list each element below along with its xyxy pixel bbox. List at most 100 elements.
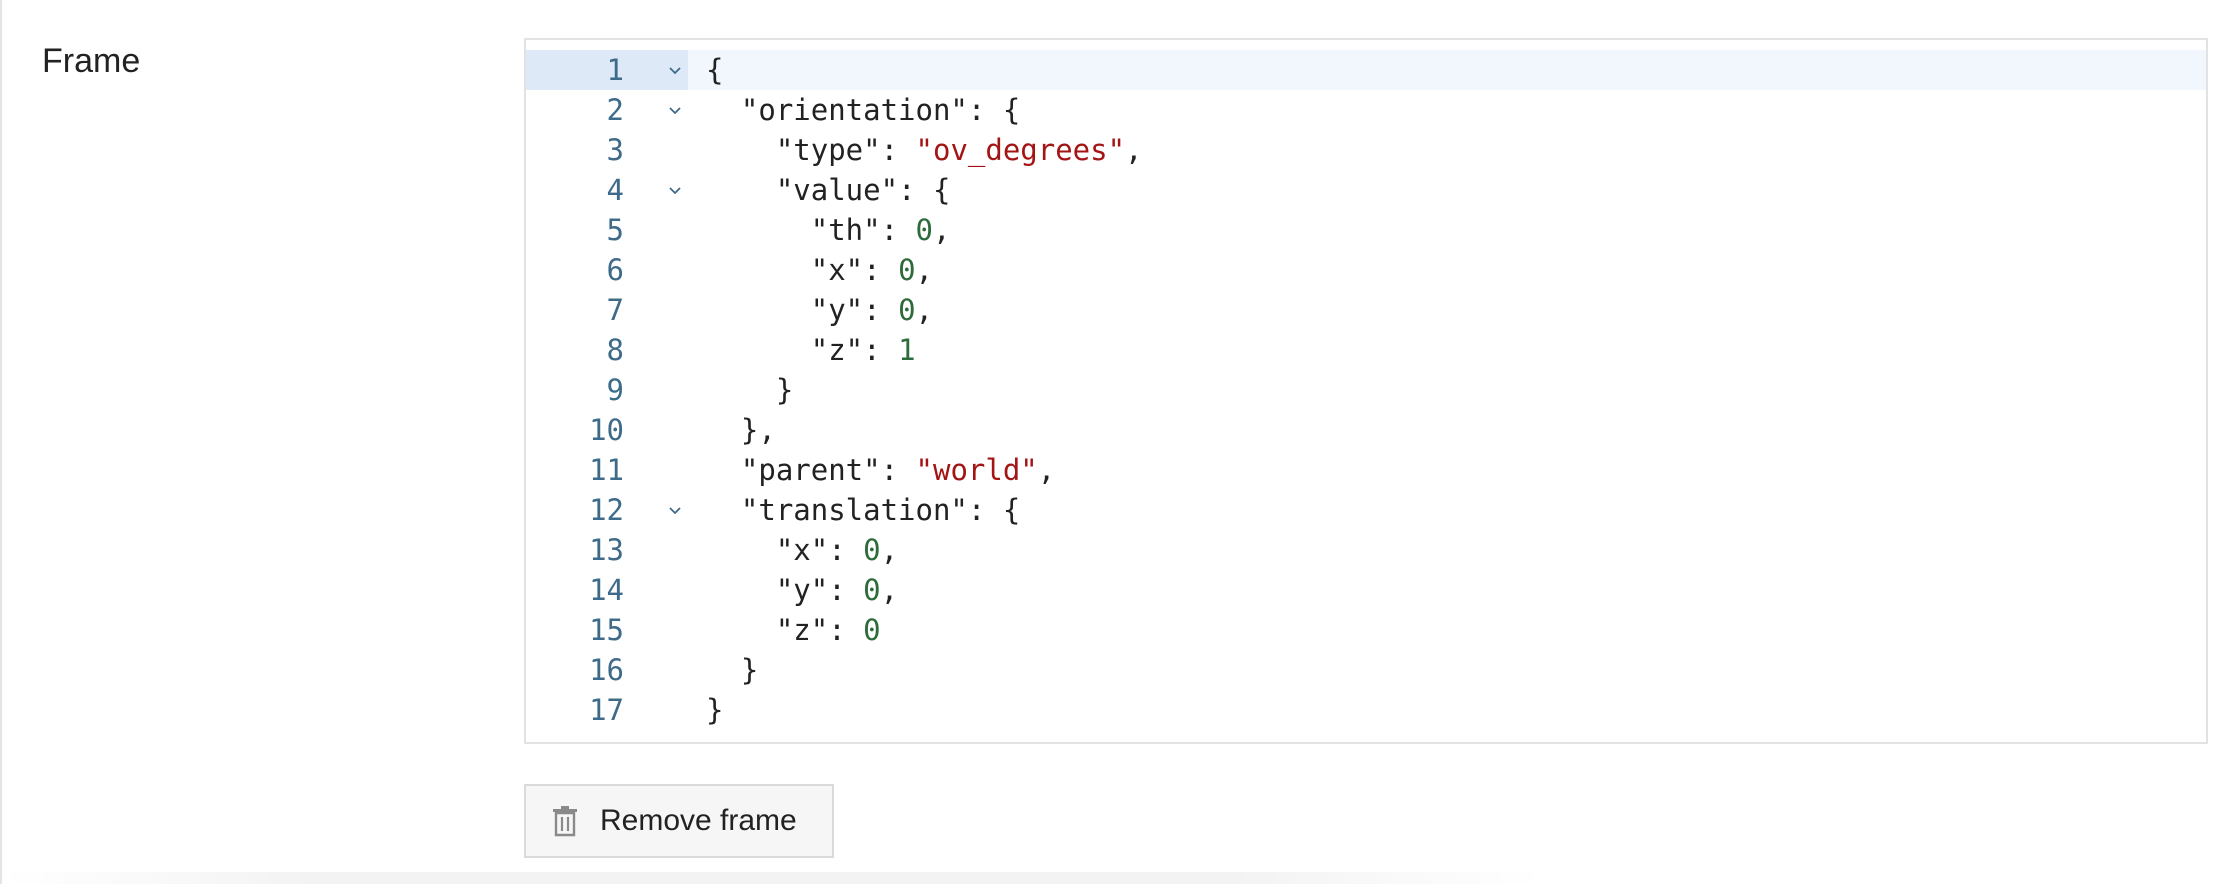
code-text: "type": "ov_degrees",	[706, 130, 1143, 170]
code-line[interactable]: 2 "orientation": {	[526, 90, 2206, 130]
code-token: "translation": {	[740, 493, 1021, 527]
code-line[interactable]: 10 },	[526, 410, 2206, 450]
code-token: }	[706, 693, 724, 727]
fold-chevron-icon[interactable]	[668, 172, 688, 208]
line-number: 2	[606, 93, 624, 127]
code-token: }	[740, 653, 759, 687]
line-number: 3	[606, 133, 624, 167]
code-token: "th":	[810, 213, 916, 247]
code-line[interactable]: 14 "y": 0,	[526, 570, 2206, 610]
number-token: 0	[898, 253, 916, 287]
code-token: "value": {	[775, 173, 951, 207]
frame-field-label: Frame	[42, 42, 141, 80]
code-text: "x": 0,	[706, 530, 898, 570]
remove-frame-button[interactable]: Remove frame	[524, 784, 834, 858]
code-line[interactable]: 17}	[526, 690, 2206, 730]
line-number: 13	[589, 533, 624, 567]
code-token: "y":	[775, 573, 864, 607]
code-token: }	[775, 373, 794, 407]
code-token: ,	[880, 533, 899, 567]
code-line[interactable]: 15 "z": 0	[526, 610, 2206, 650]
code-text: "y": 0,	[706, 570, 898, 610]
code-text: "z": 1	[706, 330, 916, 370]
line-number: 15	[589, 613, 624, 647]
bottom-divider	[2, 872, 1542, 884]
fold-chevron-icon[interactable]	[668, 92, 688, 128]
fold-chevron-icon[interactable]	[668, 52, 688, 88]
code-text: "th": 0,	[706, 210, 951, 250]
code-line[interactable]: 6 "x": 0,	[526, 250, 2206, 290]
code-line[interactable]: 16 }	[526, 650, 2206, 690]
code-line[interactable]: 5 "th": 0,	[526, 210, 2206, 250]
code-text: {	[706, 50, 723, 90]
remove-frame-label: Remove frame	[600, 804, 797, 837]
code-line[interactable]: 12 "translation": {	[526, 490, 2206, 530]
code-text: "x": 0,	[706, 250, 933, 290]
code-text: "parent": "world",	[706, 450, 1055, 490]
code-line[interactable]: 8 "z": 1	[526, 330, 2206, 370]
code-text: "translation": {	[706, 490, 1020, 530]
frame-config-page: Frame 1{2 "orientation": {3 "type": "ov_…	[0, 0, 2236, 884]
code-token: ,	[1125, 133, 1143, 167]
line-number: 8	[606, 333, 624, 367]
string-token: "ov_degrees"	[915, 133, 1126, 167]
line-number: 7	[606, 293, 624, 327]
code-line[interactable]: 11 "parent": "world",	[526, 450, 2206, 490]
fold-chevron-icon[interactable]	[668, 492, 688, 528]
code-line[interactable]: 7 "y": 0,	[526, 290, 2206, 330]
line-number: 16	[589, 653, 624, 687]
code-token: "type":	[775, 133, 916, 167]
line-number: 6	[606, 253, 624, 287]
number-token: 1	[898, 333, 916, 367]
code-text: }	[706, 370, 793, 410]
line-number: 9	[606, 373, 624, 407]
code-text: "y": 0,	[706, 290, 933, 330]
line-number: 12	[589, 493, 624, 527]
trash-icon	[553, 806, 577, 837]
code-token: "parent":	[740, 453, 916, 487]
code-token: "x":	[810, 253, 899, 287]
code-token: {	[706, 53, 724, 87]
code-token: ,	[880, 573, 899, 607]
code-line[interactable]: 3 "type": "ov_degrees",	[526, 130, 2206, 170]
code-token: "orientation": {	[740, 93, 1021, 127]
code-text: }	[706, 650, 758, 690]
code-text: }	[706, 690, 723, 730]
code-token: ,	[1037, 453, 1056, 487]
line-number: 4	[606, 173, 624, 207]
code-line[interactable]: 13 "x": 0,	[526, 530, 2206, 570]
code-line[interactable]: 1{	[526, 50, 2206, 90]
code-token: ,	[915, 293, 934, 327]
number-token: 0	[898, 293, 916, 327]
code-line[interactable]: 4 "value": {	[526, 170, 2206, 210]
json-editor[interactable]: 1{2 "orientation": {3 "type": "ov_degree…	[524, 38, 2208, 744]
code-text: },	[706, 410, 776, 450]
code-token: "y":	[810, 293, 899, 327]
line-number: 5	[606, 213, 624, 247]
line-number: 10	[589, 413, 624, 447]
code-token: "z":	[810, 333, 899, 367]
code-token: },	[740, 413, 776, 447]
code-text: "z": 0	[706, 610, 881, 650]
code-token: "z":	[775, 613, 864, 647]
code-token: ,	[933, 213, 951, 247]
line-number: 1	[606, 53, 624, 87]
number-token: 0	[863, 613, 881, 647]
code-line[interactable]: 9 }	[526, 370, 2206, 410]
number-token: 0	[915, 213, 933, 247]
code-text: "value": {	[706, 170, 951, 210]
string-token: "world"	[915, 453, 1038, 487]
